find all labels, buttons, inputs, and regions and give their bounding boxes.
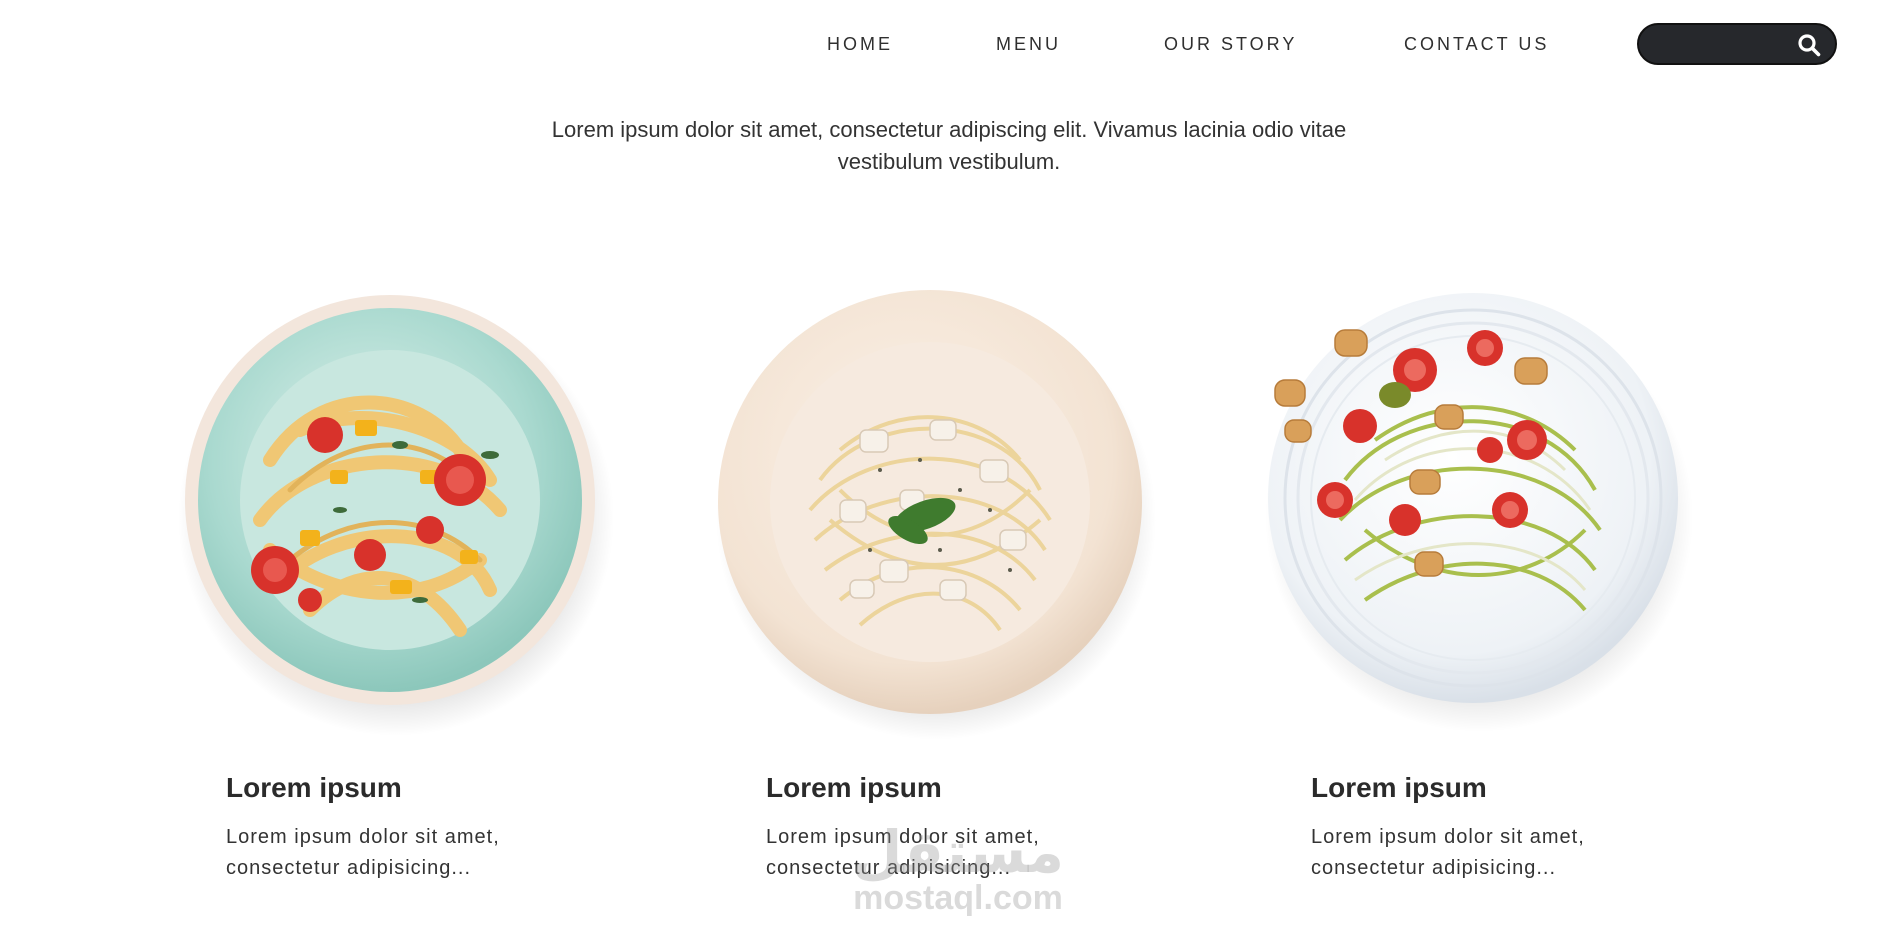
- dish-image-zucchini-noodles[interactable]: [1245, 280, 1705, 740]
- plate-illustration: [1265, 293, 1693, 732]
- dish-image-spaghetti-chicken[interactable]: [700, 280, 1160, 740]
- intro-text: Lorem ipsum dolor sit amet, consectetur …: [551, 117, 1347, 174]
- dish-image-fettuccine[interactable]: [160, 280, 620, 740]
- card-description: Lorem ipsum dolor sit amet, consectetur …: [1311, 826, 1585, 879]
- nav-our-story-link[interactable]: OUR STORY: [1164, 34, 1297, 55]
- watermark-logo: مستقل mostaql.com: [838, 820, 1078, 916]
- watermark-latin-text: mostaql.com: [853, 879, 1063, 917]
- nav-contact-us-link[interactable]: CONTACT US: [1404, 34, 1549, 55]
- plate-illustration: [716, 290, 1156, 740]
- plate-illustration: [178, 295, 614, 736]
- card-title[interactable]: Lorem ipsum: [226, 772, 402, 804]
- nav-menu-link[interactable]: MENU: [996, 34, 1061, 55]
- card-title[interactable]: Lorem ipsum: [766, 772, 942, 804]
- card-description: Lorem ipsum dolor sit amet, consectetur …: [226, 826, 500, 879]
- card-title[interactable]: Lorem ipsum: [1311, 772, 1487, 804]
- dish-card[interactable]: Lorem ipsum Lorem ipsum dolor sit amet, …: [160, 280, 660, 879]
- top-nav: HOME MENU OUR STORY CONTACT US: [0, 22, 1898, 66]
- dish-card[interactable]: Lorem ipsum Lorem ipsum dolor sit amet, …: [1245, 280, 1745, 879]
- search-icon[interactable]: [1797, 33, 1821, 57]
- search-box[interactable]: [1637, 23, 1837, 65]
- page: HOME MENU OUR STORY CONTACT US Lorem ips…: [0, 0, 1898, 942]
- dish-card[interactable]: Lorem ipsum Lorem ipsum dolor sit amet, …: [700, 280, 1200, 879]
- watermark-arabic-text: مستقل: [851, 818, 1065, 886]
- nav-home-link[interactable]: HOME: [827, 34, 893, 55]
- search-input[interactable]: [1653, 33, 1787, 57]
